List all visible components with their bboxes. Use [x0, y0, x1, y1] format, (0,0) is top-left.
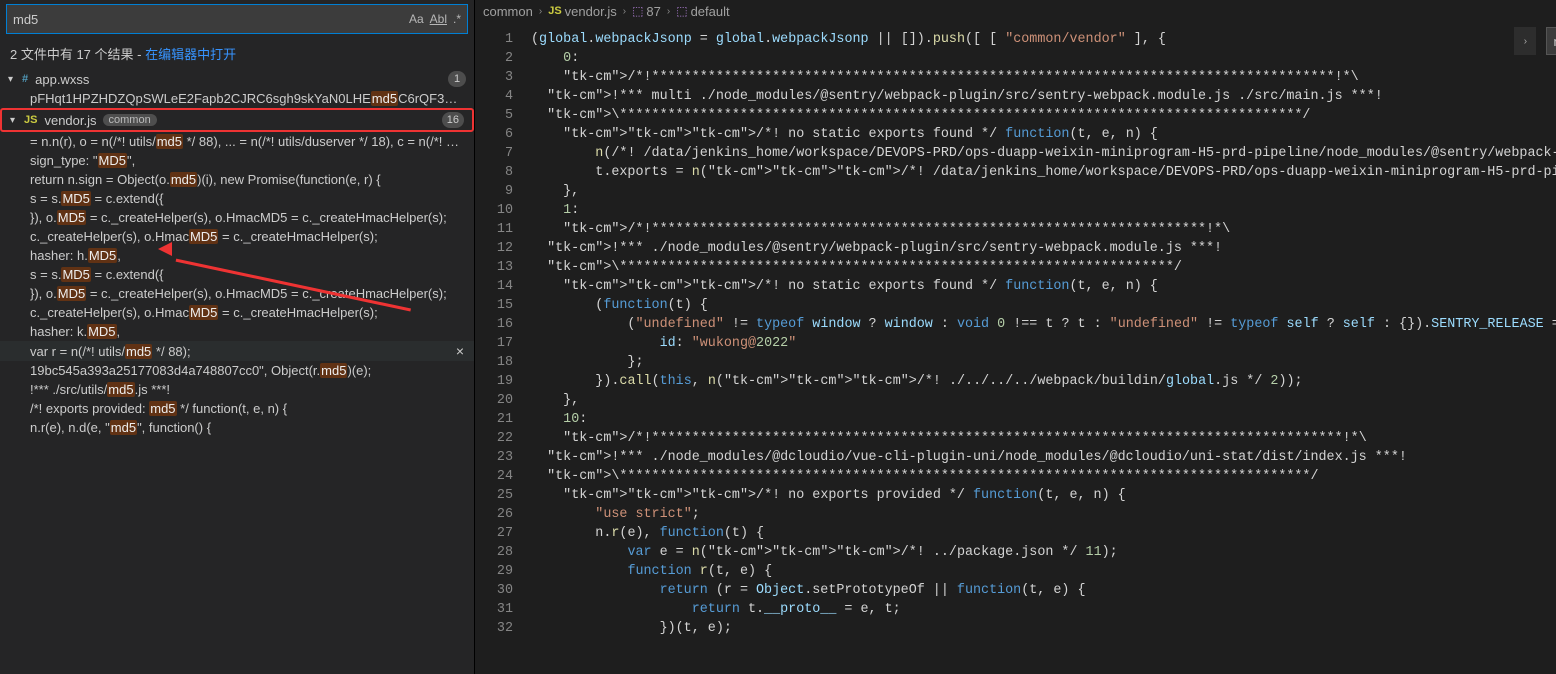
breadcrumb-seg[interactable]: common: [483, 4, 533, 19]
search-match[interactable]: !*** ./src/utils/md5.js ***!: [0, 380, 474, 399]
search-match[interactable]: sign_type: "MD5",: [0, 151, 474, 170]
breadcrumb-seg[interactable]: ⬚87: [632, 4, 661, 19]
find-expand-icon[interactable]: ›: [1514, 27, 1536, 55]
chevron-down-icon: ▾: [10, 115, 24, 126]
match-count-badge: 1: [448, 71, 466, 87]
search-match[interactable]: /*! exports provided: md5 */ function(t,…: [0, 399, 474, 418]
chevron-right-icon: ›: [667, 6, 670, 17]
search-sidebar: md5 Aa Abl .* 2 文件中有 17 个结果 - 在编辑器中打开 ▾ …: [0, 0, 475, 674]
find-widget: › md5 Aa Abl .* 16 中的: [1514, 27, 1556, 55]
search-match[interactable]: }), o.MD5 = c._createHelper(s), o.HmacMD…: [0, 208, 474, 227]
editor-pane: common › JSvendor.js › ⬚87 › ⬚default › …: [475, 0, 1556, 674]
search-match[interactable]: return n.sign = Object(o.md5)(i), new Pr…: [0, 170, 474, 189]
chevron-right-icon: ›: [623, 6, 626, 17]
search-match[interactable]: = n.n(r), o = n(/*! utils/md5 */ 88), ..…: [0, 132, 474, 151]
search-file-appwxss[interactable]: ▾ # app.wxss 1: [0, 69, 474, 89]
search-match[interactable]: c._createHelper(s), o.HmacMD5 = c._creat…: [0, 227, 474, 246]
file-icon: #: [22, 73, 28, 85]
match-count-badge: 16: [442, 112, 464, 128]
search-match[interactable]: hasher: h.MD5,: [0, 246, 474, 265]
case-icon[interactable]: Aa: [409, 12, 424, 26]
whole-word-icon[interactable]: Abl: [430, 12, 447, 26]
search-term: md5: [13, 12, 403, 27]
search-match[interactable]: n.r(e), n.d(e, "md5", function() {: [0, 418, 474, 437]
breadcrumb-seg[interactable]: ⬚default: [676, 4, 729, 19]
file-icon: JS: [24, 114, 37, 126]
breadcrumbs[interactable]: common › JSvendor.js › ⬚87 › ⬚default: [475, 0, 1556, 22]
search-match[interactable]: s = s.MD5 = c.extend({: [0, 189, 474, 208]
chevron-down-icon: ▾: [8, 74, 22, 85]
search-match[interactable]: 19bc545a393a25177083d4a748807cc0", Objec…: [0, 361, 474, 380]
line-gutter: 1234567891011121314151617181920212223242…: [475, 22, 521, 674]
breadcrumb-seg[interactable]: JSvendor.js: [548, 4, 617, 19]
search-summary: 2 文件中有 17 个结果 - 在编辑器中打开: [0, 38, 474, 69]
chevron-right-icon: ›: [539, 6, 542, 17]
search-match[interactable]: pFHqt1HPZHDZQpSWLeE2Fapb2CJRC6sgh9skYaN0…: [0, 89, 474, 108]
regex-icon[interactable]: .*: [453, 12, 461, 26]
open-in-editor-link[interactable]: 在编辑器中打开: [145, 47, 236, 62]
close-icon[interactable]: ×: [456, 343, 464, 359]
search-input[interactable]: md5 Aa Abl .*: [6, 4, 468, 34]
file-name: app.wxss: [35, 72, 89, 87]
annotation-arrow-head: [158, 242, 172, 256]
code-content[interactable]: (global.webpackJsonp = global.webpackJso…: [521, 22, 1556, 674]
find-input[interactable]: md5 Aa Abl .*: [1546, 27, 1556, 55]
code-editor[interactable]: 1234567891011121314151617181920212223242…: [475, 22, 1556, 674]
file-name: vendor.js: [44, 113, 96, 128]
file-path-tag: common: [103, 114, 157, 126]
search-file-vendorjs[interactable]: ▾ JS vendor.js common 16: [0, 108, 474, 132]
